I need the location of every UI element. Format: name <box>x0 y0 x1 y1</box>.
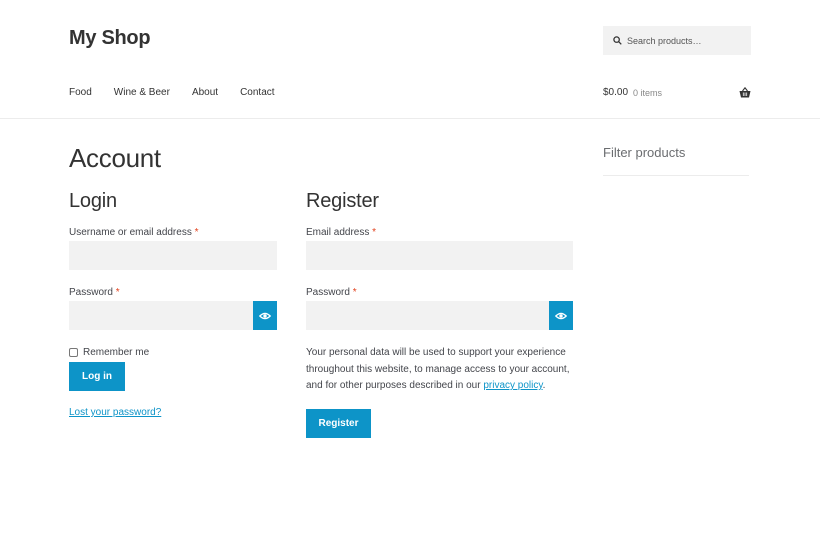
eye-icon <box>555 312 567 319</box>
register-title: Register <box>306 190 379 212</box>
filter-products-title: Filter products <box>603 145 686 160</box>
login-password-label: Password * <box>69 287 120 298</box>
username-label-text: Username or email address <box>69 227 192 238</box>
search-input[interactable] <box>627 35 747 46</box>
login-show-password-button[interactable] <box>253 301 277 330</box>
eye-icon <box>259 312 271 319</box>
privacy-text-end: . <box>542 380 546 391</box>
register-password-label-text: Password <box>306 287 350 298</box>
site-title[interactable]: My Shop <box>69 27 151 50</box>
register-password-label: Password * <box>306 287 357 298</box>
required-marker: * <box>194 227 199 238</box>
required-marker: * <box>115 287 120 298</box>
username-label: Username or email address * <box>69 227 199 238</box>
remember-me-label: Remember me <box>83 347 150 358</box>
nav-item-wine-beer[interactable]: Wine & Beer <box>114 87 170 98</box>
sidebar-divider <box>603 175 749 176</box>
lost-password-link[interactable]: Lost your password? <box>69 407 161 418</box>
login-button[interactable]: Log in <box>69 362 125 391</box>
nav-item-about[interactable]: About <box>192 87 218 98</box>
primary-nav: Food Wine & Beer About Contact <box>69 87 297 98</box>
cart-count: 0 items <box>633 87 663 98</box>
remember-me[interactable]: Remember me <box>69 347 149 358</box>
basket-icon[interactable] <box>739 87 751 98</box>
header-divider <box>0 118 820 119</box>
nav-item-contact[interactable]: Contact <box>240 87 274 98</box>
privacy-policy-link[interactable]: privacy policy <box>483 380 542 391</box>
login-password-field[interactable] <box>69 301 253 330</box>
login-title: Login <box>69 190 117 212</box>
remember-me-checkbox[interactable] <box>69 348 78 357</box>
email-label: Email address * <box>306 227 376 238</box>
required-marker: * <box>352 287 357 298</box>
search-icon <box>613 36 622 45</box>
cart-total: $0.00 <box>603 87 629 98</box>
privacy-notice: Your personal data will be used to suppo… <box>306 345 576 395</box>
header-cart[interactable]: $0.00 0 items <box>603 87 751 98</box>
page-title: Account <box>69 143 161 173</box>
login-password-label-text: Password <box>69 287 113 298</box>
register-button[interactable]: Register <box>306 409 371 438</box>
register-email-field[interactable] <box>306 241 573 270</box>
email-label-text: Email address <box>306 227 370 238</box>
register-show-password-button[interactable] <box>549 301 573 330</box>
required-marker: * <box>372 227 377 238</box>
nav-item-food[interactable]: Food <box>69 87 92 98</box>
username-field[interactable] <box>69 241 277 270</box>
register-password-field[interactable] <box>306 301 549 330</box>
search-box[interactable] <box>603 26 751 55</box>
